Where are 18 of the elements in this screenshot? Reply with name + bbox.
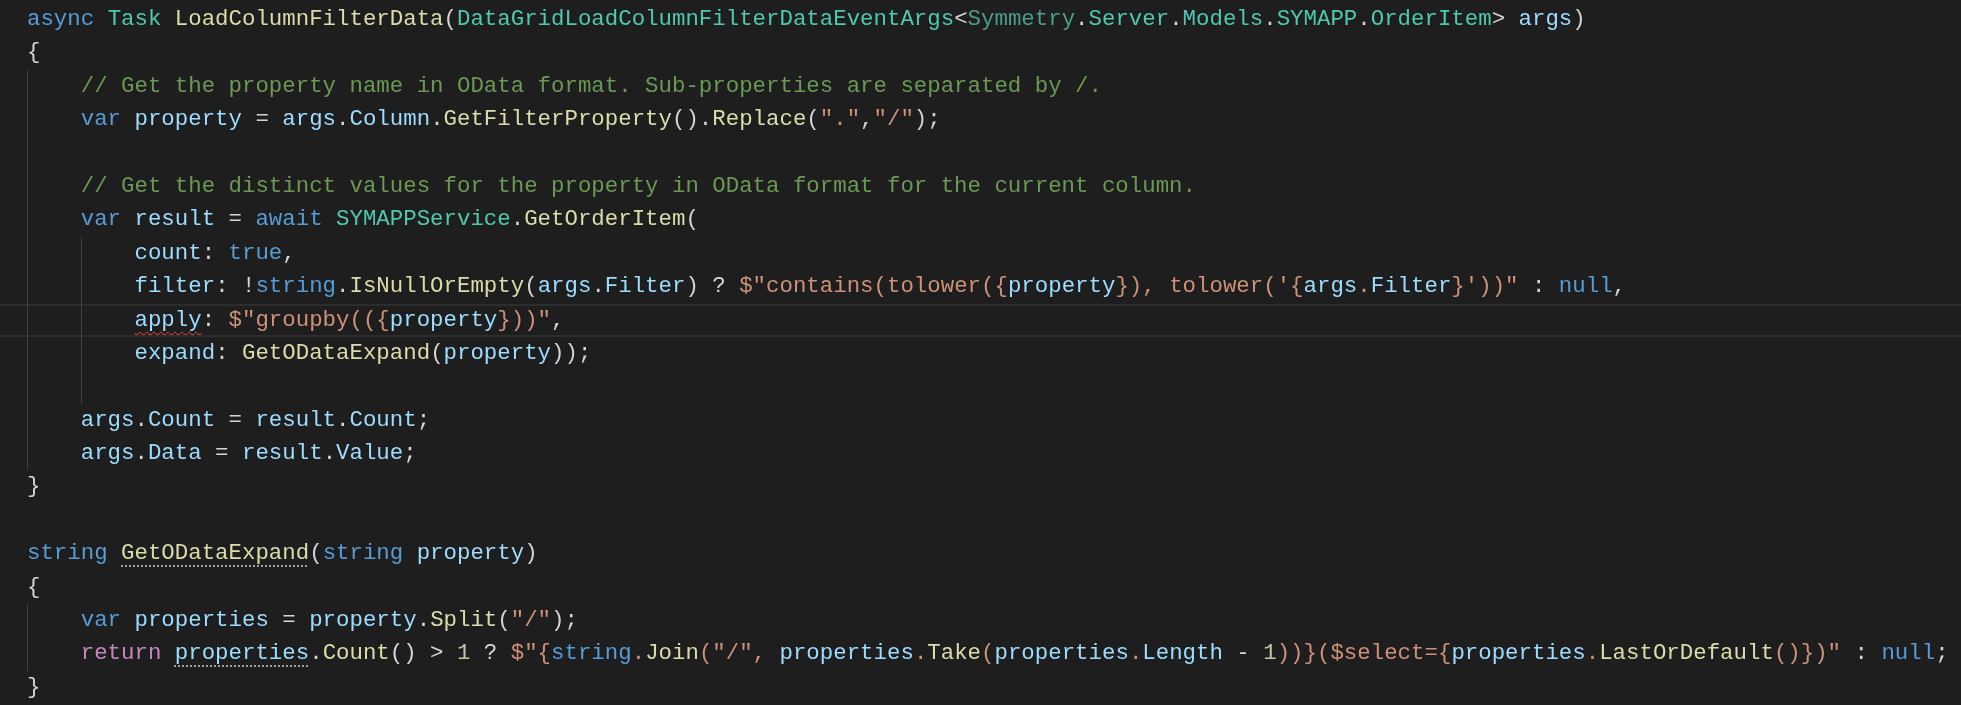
code-line: args.Data = result.Value;	[0, 437, 1961, 471]
code-line: var properties = property.Split("/");	[0, 604, 1961, 638]
code-line: async Task LoadColumnFilterData(DataGridLoadColumnFilterDataEventArgs<Symmetry.Server.Models.SYMAPP.OrderItem> args)	[26, 5, 1587, 34]
code-line: {	[26, 572, 42, 602]
code-line: }	[26, 472, 42, 502]
code-line: }	[26, 672, 42, 702]
code-line: args.Count = result.Count;	[0, 403, 1961, 438]
code-line: // Get the distinct values for the property in OData format for the current column.	[0, 169, 1961, 204]
code-line: // Get the property name in OData format. Sub-properties are separated by /.	[0, 69, 1961, 104]
code-line: apply: $"groupby(({property}))",	[0, 303, 1961, 337]
code-line: var result = await SYMAPPService.GetOrderItem(	[0, 203, 1961, 237]
code-line: var property = args.Column.GetFilterProperty().Replace(".","/");	[0, 103, 1961, 137]
code-line: return properties.Count() > 1 ? $"{string.Join("/", properties.Take(properties.Length - 1))}($select={properties.LastOrDefault()})" : null;	[0, 637, 1961, 671]
code-line: string GetODataExpand(string property)	[26, 539, 539, 569]
code-line: expand: GetODataExpand(property));	[0, 336, 1961, 371]
code-line: filter: !string.IsNullOrEmpty(args.Filter) ? $"contains(tolower({property}), tolower('{args.Filter}'))" : null,	[0, 270, 1961, 304]
code-line: count: true,	[0, 236, 1961, 271]
code-line: {	[26, 38, 42, 68]
